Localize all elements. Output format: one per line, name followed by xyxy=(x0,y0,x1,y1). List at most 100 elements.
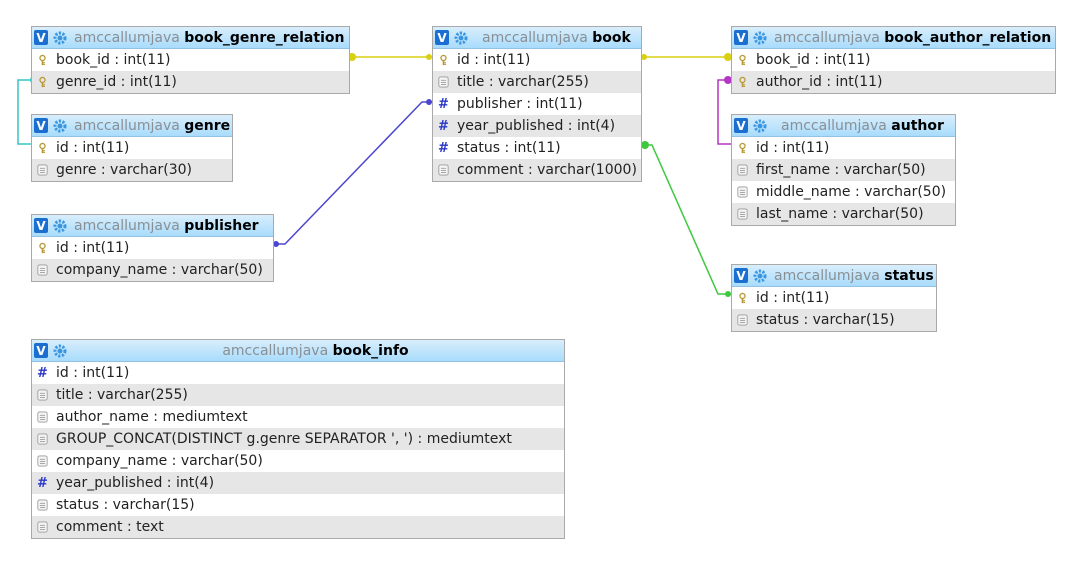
text-column-icon xyxy=(36,454,49,468)
column-row[interactable]: # status : int(11) xyxy=(433,137,641,159)
text-column-icon xyxy=(736,185,749,199)
column-label: first_name : varchar(50) xyxy=(756,162,926,178)
view-toggle-icon[interactable]: V xyxy=(435,30,449,45)
numeric-column-icon: # xyxy=(438,96,449,112)
column-label: id : int(11) xyxy=(56,140,130,156)
column-label: genre_id : int(11) xyxy=(56,74,177,90)
gear-icon[interactable] xyxy=(753,269,767,283)
column-row[interactable]: status : varchar(15) xyxy=(32,494,564,516)
db-name: amccallumjava xyxy=(482,29,588,46)
view-toggle-icon[interactable]: V xyxy=(34,218,48,233)
table-header[interactable]: V amccallumjava author xyxy=(732,115,955,137)
text-column-icon xyxy=(437,163,450,177)
primary-key-icon xyxy=(36,75,49,89)
table-name: book_author_relation xyxy=(884,29,1052,46)
text-column-icon xyxy=(36,498,49,512)
column-row[interactable]: first_name : varchar(50) xyxy=(732,159,955,181)
column-row[interactable]: # id : int(11) xyxy=(32,362,564,384)
column-label: status : varchar(15) xyxy=(756,312,895,328)
gear-icon[interactable] xyxy=(53,219,67,233)
gear-icon[interactable] xyxy=(53,344,67,358)
table-header[interactable]: V amccallumjava book_author_relation xyxy=(732,27,1055,49)
table-book-info[interactable]: V amccallumjava book_info # id : int(11) t… xyxy=(31,339,565,539)
column-row[interactable]: comment : varchar(1000) xyxy=(433,159,641,181)
column-row[interactable]: company_name : varchar(50) xyxy=(32,450,564,472)
text-column-icon xyxy=(437,75,450,89)
column-row[interactable]: genre_id : int(11) xyxy=(32,71,349,93)
table-publisher[interactable]: V amccallumjava publisher id : int(11) co… xyxy=(31,214,274,282)
column-row[interactable]: author_name : mediumtext xyxy=(32,406,564,428)
column-row[interactable]: company_name : varchar(50) xyxy=(32,259,273,281)
column-row[interactable]: title : varchar(255) xyxy=(32,384,564,406)
column-row[interactable]: book_id : int(11) xyxy=(32,49,349,71)
column-row[interactable]: status : varchar(15) xyxy=(732,309,936,331)
gear-icon[interactable] xyxy=(53,119,67,133)
column-row[interactable]: id : int(11) xyxy=(433,49,641,71)
db-name: amccallumjava xyxy=(774,267,880,284)
column-row[interactable]: last_name : varchar(50) xyxy=(732,203,955,225)
column-label: id : int(11) xyxy=(756,140,830,156)
table-header[interactable]: V amccallumjava book_genre_relation xyxy=(32,27,349,49)
gear-icon[interactable] xyxy=(454,31,468,45)
column-label: book_id : int(11) xyxy=(756,52,871,68)
column-label: title : varchar(255) xyxy=(56,387,188,403)
table-status[interactable]: V amccallumjava status id : int(11) statu… xyxy=(731,264,937,332)
column-row[interactable]: # year_published : int(4) xyxy=(433,115,641,137)
table-header[interactable]: V amccallumjava book xyxy=(433,27,641,49)
column-row[interactable]: id : int(11) xyxy=(32,137,232,159)
view-toggle-icon[interactable]: V xyxy=(734,118,748,133)
column-row[interactable]: middle_name : varchar(50) xyxy=(732,181,955,203)
primary-key-icon xyxy=(36,141,49,155)
table-book-genre-relation[interactable]: V amccallumjava book_genre_relation book… xyxy=(31,26,350,94)
numeric-column-icon: # xyxy=(37,365,48,381)
column-label: title : varchar(255) xyxy=(457,74,589,90)
gear-icon[interactable] xyxy=(753,119,767,133)
column-label: book_id : int(11) xyxy=(56,52,171,68)
view-toggle-icon[interactable]: V xyxy=(34,343,48,358)
column-label: id : int(11) xyxy=(756,290,830,306)
primary-key-icon xyxy=(437,53,450,67)
view-toggle-icon[interactable]: V xyxy=(34,118,48,133)
link-bar-author xyxy=(717,79,731,145)
column-label: status : varchar(15) xyxy=(56,497,195,513)
table-name: publisher xyxy=(184,217,259,234)
link-bgr-genre xyxy=(17,79,31,145)
text-column-icon xyxy=(36,388,49,402)
text-column-icon xyxy=(736,163,749,177)
numeric-column-icon: # xyxy=(37,475,48,491)
table-header[interactable]: V amccallumjava status xyxy=(732,265,936,287)
column-row[interactable]: id : int(11) xyxy=(732,287,936,309)
text-column-icon xyxy=(736,313,749,327)
view-toggle-icon[interactable]: V xyxy=(734,30,748,45)
view-toggle-icon[interactable]: V xyxy=(34,30,48,45)
table-header[interactable]: V amccallumjava genre xyxy=(32,115,232,137)
column-row[interactable]: id : int(11) xyxy=(732,137,955,159)
gear-icon[interactable] xyxy=(53,31,67,45)
text-column-icon xyxy=(36,432,49,446)
db-name: amccallumjava xyxy=(222,342,329,359)
table-header[interactable]: V amccallumjava book_info xyxy=(32,340,564,362)
column-label: id : int(11) xyxy=(56,240,130,256)
column-row[interactable]: id : int(11) xyxy=(32,237,273,259)
column-label: company_name : varchar(50) xyxy=(56,262,263,278)
column-row[interactable]: # publisher : int(11) xyxy=(433,93,641,115)
column-label: year_published : int(4) xyxy=(56,475,215,491)
column-row[interactable]: # year_published : int(4) xyxy=(32,472,564,494)
text-column-icon xyxy=(36,410,49,424)
table-book-author-relation[interactable]: V amccallumjava book_author_relation boo… xyxy=(731,26,1056,94)
view-toggle-icon[interactable]: V xyxy=(734,268,748,283)
table-author[interactable]: V amccallumjava author id : int(11) first… xyxy=(731,114,956,226)
gear-icon[interactable] xyxy=(753,31,767,45)
column-row[interactable]: genre : varchar(30) xyxy=(32,159,232,181)
column-row[interactable]: comment : text xyxy=(32,516,564,538)
table-book[interactable]: V amccallumjava book id : int(11) title :… xyxy=(432,26,642,182)
db-name: amccallumjava xyxy=(774,29,880,46)
column-row[interactable]: title : varchar(255) xyxy=(433,71,641,93)
column-row[interactable]: book_id : int(11) xyxy=(732,49,1055,71)
primary-key-icon xyxy=(736,141,749,155)
table-genre[interactable]: V amccallumjava genre id : int(11) genre … xyxy=(31,114,233,182)
table-name: status xyxy=(884,267,934,284)
table-header[interactable]: V amccallumjava publisher xyxy=(32,215,273,237)
column-row[interactable]: GROUP_CONCAT(DISTINCT g.genre SEPARATOR … xyxy=(32,428,564,450)
column-row[interactable]: author_id : int(11) xyxy=(732,71,1055,93)
